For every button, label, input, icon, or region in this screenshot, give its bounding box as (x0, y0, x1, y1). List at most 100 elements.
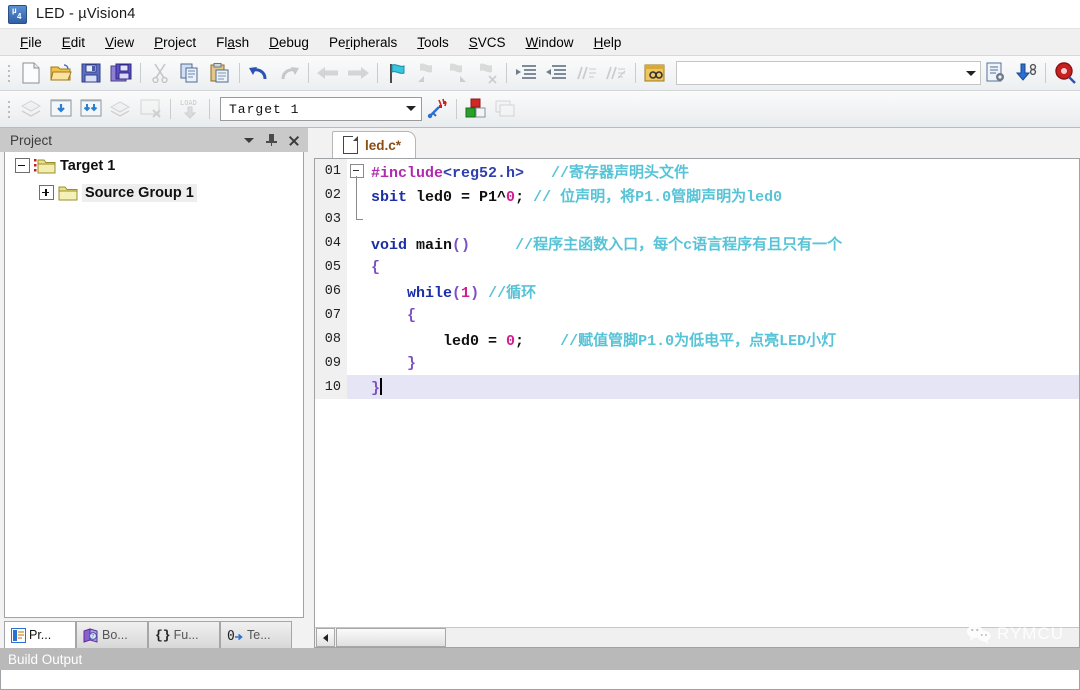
target-combo-value: Target 1 (229, 101, 300, 117)
open-folder-icon[interactable] (46, 59, 76, 87)
download-load-icon[interactable]: LOAD (175, 95, 205, 123)
redo-icon[interactable] (274, 59, 304, 87)
tree-item-target-1[interactable]: Target 1 (5, 152, 303, 179)
scrollbar-thumb[interactable] (336, 628, 446, 647)
svg-text:?: ? (91, 634, 94, 640)
bookmark-clear-icon[interactable] (472, 59, 502, 87)
code-text[interactable]: } (365, 355, 416, 372)
scroll-left-icon[interactable] (316, 628, 335, 647)
rebuild-icon[interactable] (76, 95, 106, 123)
bookmark-next-icon[interactable] (442, 59, 472, 87)
target-options-icon[interactable] (422, 95, 452, 123)
menu-bar: File Edit View Project Flash Debug Perip… (0, 28, 1080, 56)
collapse-toggle-icon[interactable] (15, 158, 30, 173)
stop-build-icon[interactable] (136, 95, 166, 123)
paste-icon[interactable] (205, 59, 235, 87)
project-tree[interactable]: Target 1 Source Group 1 (4, 152, 304, 618)
bookmark-toggle-icon[interactable] (382, 59, 412, 87)
copy-icon[interactable] (175, 59, 205, 87)
tree-item-source-group-1[interactable]: Source Group 1 (5, 179, 303, 206)
menu-svcs[interactable]: SVCS (459, 32, 516, 53)
code-line[interactable]: 01 #include<reg52.h> //寄存器声明头文件 (315, 159, 1079, 183)
comment-icon[interactable] (571, 59, 601, 87)
uncomment-icon[interactable] (601, 59, 631, 87)
menu-view[interactable]: View (95, 32, 144, 53)
code-lines[interactable]: 01 #include<reg52.h> //寄存器声明头文件 02 sbit led… (315, 159, 1079, 627)
editor-tab-led-c[interactable]: led.c* (332, 131, 417, 158)
line-number: 01 (315, 159, 347, 183)
cut-icon[interactable] (145, 59, 175, 87)
manage-components-icon[interactable] (491, 95, 521, 123)
menu-flash[interactable]: Flash (206, 32, 259, 53)
code-line[interactable]: 03 (315, 207, 1079, 231)
save-icon[interactable] (76, 59, 106, 87)
menu-project[interactable]: Project (144, 32, 206, 53)
outdent-icon[interactable] (541, 59, 571, 87)
navigate-forward-icon[interactable] (343, 59, 373, 87)
toolbar-grip[interactable] (4, 98, 13, 120)
toolbar-separator (456, 99, 457, 119)
code-text[interactable]: { (365, 307, 416, 324)
menu-edit[interactable]: Edit (52, 32, 95, 53)
pin-icon[interactable] (260, 130, 282, 150)
menu-tools[interactable]: Tools (407, 32, 459, 53)
configure-toolbars-icon[interactable] (981, 59, 1011, 87)
code-text[interactable]: while(1) //循环 (365, 281, 536, 302)
chevron-down-icon[interactable] (401, 98, 421, 118)
manage-project-items-icon[interactable] (461, 95, 491, 123)
new-file-icon[interactable] (16, 59, 46, 87)
menu-peripherals[interactable]: Peripherals (319, 32, 407, 53)
fold-column (347, 207, 365, 231)
build-icon[interactable] (46, 95, 76, 123)
code-line[interactable]: 04 void main() //程序主函数入口，每个c语言程序有且只有一个 (315, 231, 1079, 255)
menu-help[interactable]: Help (584, 32, 632, 53)
fold-toggle-icon[interactable] (350, 164, 364, 178)
code-text[interactable]: sbit led0 = P1^0; // 位声明，将P1.0管脚声明为led0 (365, 185, 782, 206)
code-editor[interactable]: 01 #include<reg52.h> //寄存器声明头文件 02 sbit led… (314, 158, 1080, 648)
title-bar: µ4 LED - µVision4 (0, 0, 1080, 28)
fold-column (347, 351, 365, 375)
code-line[interactable]: 08 led0 = 0; //赋值管脚P1.0为低电平，点亮LED小灯 (315, 327, 1079, 351)
panel-menu-chevron-icon[interactable] (238, 130, 260, 150)
translate-icon[interactable] (16, 95, 46, 123)
toolbar-grip[interactable] (4, 62, 13, 84)
code-text[interactable]: led0 = 0; //赋值管脚P1.0为低电平，点亮LED小灯 (365, 329, 836, 350)
code-text[interactable]: void main() //程序主函数入口，每个c语言程序有且只有一个 (365, 233, 842, 254)
code-text[interactable]: } (365, 377, 382, 397)
panel-tab-templates[interactable]: 0 Te... (220, 621, 292, 648)
download-icon[interactable] (1011, 59, 1041, 87)
indent-icon[interactable] (511, 59, 541, 87)
code-line[interactable]: 09 } (315, 351, 1079, 375)
build-output-content[interactable] (0, 670, 1080, 690)
uvision-app-icon: µ4 (8, 4, 27, 24)
bookmark-prev-icon[interactable] (412, 59, 442, 87)
code-line[interactable]: 02 sbit led0 = P1^0; // 位声明，将P1.0管脚声明为led… (315, 183, 1079, 207)
line-number: 02 (315, 183, 347, 207)
navigate-back-icon[interactable] (313, 59, 343, 87)
chevron-down-icon[interactable] (962, 63, 980, 83)
code-line[interactable]: 10} (315, 375, 1079, 399)
expand-toggle-icon[interactable] (39, 185, 54, 200)
menu-debug[interactable]: Debug (259, 32, 319, 53)
panel-tab-functions[interactable]: {} Fu... (148, 621, 220, 648)
close-icon[interactable] (282, 130, 304, 150)
start-debug-icon[interactable] (1050, 59, 1080, 87)
menu-file[interactable]: File (10, 32, 52, 53)
find-in-files-icon[interactable] (640, 59, 670, 87)
panel-tab-project[interactable]: Pr... (4, 621, 76, 648)
search-input[interactable] (676, 61, 981, 85)
undo-icon[interactable] (244, 59, 274, 87)
save-all-icon[interactable] (106, 59, 136, 87)
batch-build-icon[interactable] (106, 95, 136, 123)
code-line[interactable]: 05 { (315, 255, 1079, 279)
code-text[interactable]: { (365, 259, 380, 276)
editor-horizontal-scrollbar[interactable] (315, 627, 1079, 647)
fold-column[interactable] (347, 159, 365, 183)
panel-tab-books[interactable]: ? Bo... (76, 621, 148, 648)
code-line[interactable]: 06 while(1) //循环 (315, 279, 1079, 303)
tree-item-label: Source Group 1 (82, 183, 197, 202)
code-line[interactable]: 07 { (315, 303, 1079, 327)
code-text[interactable]: #include<reg52.h> //寄存器声明头文件 (365, 161, 689, 182)
menu-window[interactable]: Window (516, 32, 584, 53)
target-combo[interactable]: Target 1 (220, 97, 422, 121)
